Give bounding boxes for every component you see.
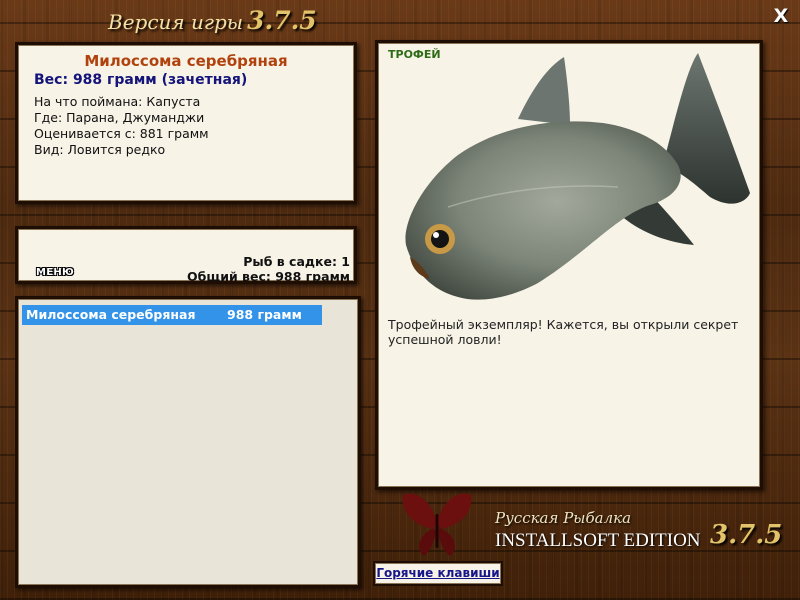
list-item[interactable]: Милоссома серебряная 988 грамм bbox=[22, 305, 322, 325]
version-label: Версия игры bbox=[108, 10, 244, 34]
trophy-label: ТРОФЕЙ bbox=[388, 48, 441, 61]
fish-info-panel: Милоссома серебряная Вес: 988 грамм (зач… bbox=[15, 42, 357, 204]
version-title: Версия игры 3.7.5 bbox=[108, 6, 317, 35]
logo-version: 3.7.5 bbox=[710, 520, 783, 550]
trophy-description: Трофейный экземпляр! Кажется, вы открыли… bbox=[388, 317, 739, 347]
list-item-weight: 988 грамм bbox=[227, 307, 302, 322]
keepnet-stats: Рыб в садке: 1 Общий вес: 988 грамм bbox=[187, 254, 350, 284]
trophy-panel: ТРОФЕЙ Трофейный экземпляр! Кажется, вы … bbox=[375, 40, 763, 490]
caught-where: Где: Парана, Джуманджи bbox=[34, 110, 205, 125]
list-item-name: Милоссома серебряная bbox=[26, 307, 196, 322]
total-weight: Общий вес: 988 грамм bbox=[187, 269, 350, 284]
logo-edition: INSTALLSOFT EDITION bbox=[495, 530, 701, 551]
silver-dollar-fish-image bbox=[405, 53, 750, 300]
logo-title: Русская Рыбалка bbox=[495, 509, 632, 527]
menu-button[interactable]: МЕНЮ bbox=[36, 267, 74, 278]
fish-name: Милоссома серебряная bbox=[84, 52, 288, 70]
fish-count: Рыб в садке: 1 bbox=[243, 254, 350, 269]
fish-details: На что поймана: Капуста Где: Парана, Джу… bbox=[34, 94, 338, 158]
close-button[interactable]: X bbox=[772, 6, 790, 26]
butterfly-logo-icon bbox=[402, 493, 472, 556]
version-number: 3.7.5 bbox=[247, 6, 317, 35]
fish-weight: Вес: 988 грамм (зачетная) bbox=[34, 72, 248, 88]
catch-rarity: Вид: Ловится редко bbox=[34, 142, 166, 157]
caught-on: На что поймана: Капуста bbox=[34, 94, 201, 109]
valued-from: Оценивается с: 881 грамм bbox=[34, 126, 209, 141]
hotkeys-button[interactable]: Горячие клавиши bbox=[373, 561, 503, 586]
keepnet-stats-panel: МЕНЮ Рыб в садке: 1 Общий вес: 988 грамм bbox=[15, 226, 357, 284]
catch-list-panel: Милоссома серебряная 988 грамм bbox=[15, 296, 361, 588]
